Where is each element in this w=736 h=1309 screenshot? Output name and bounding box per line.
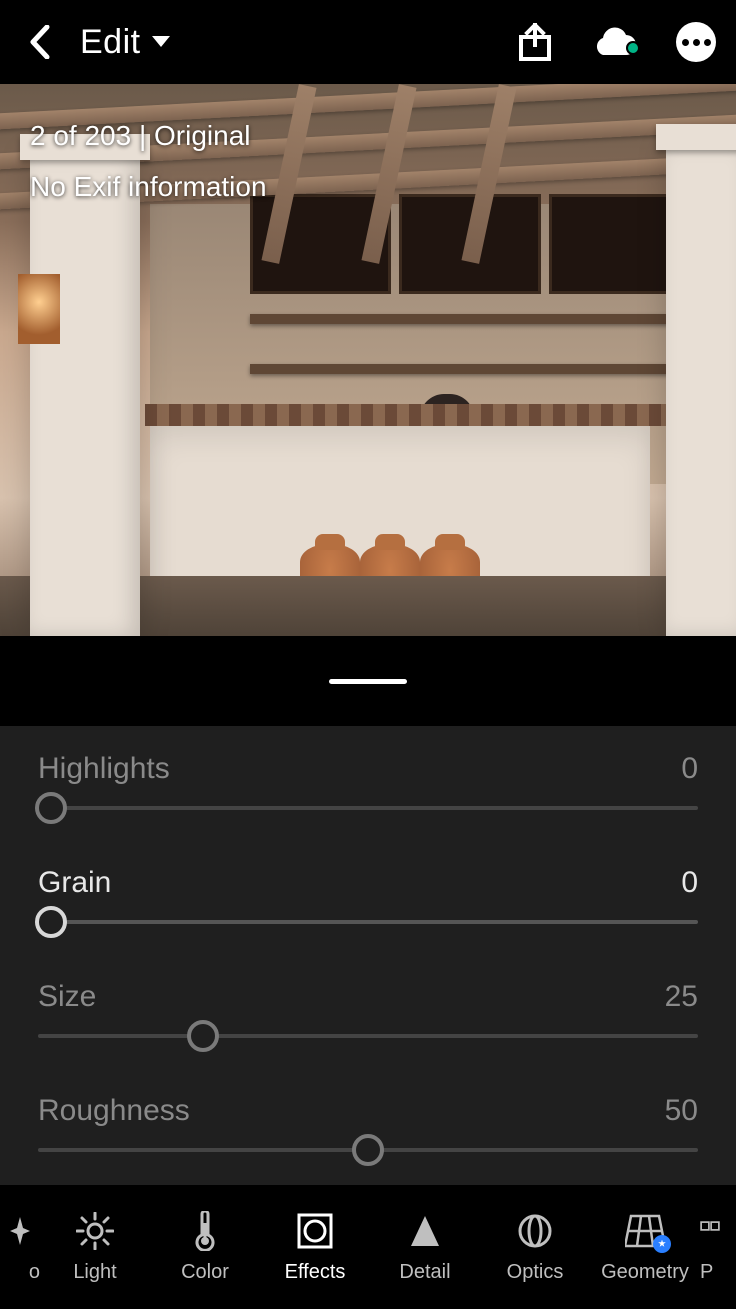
mode-dropdown[interactable]: Edit [80,23,171,62]
tool-label: Geometry [601,1261,689,1284]
photo-decor [666,144,736,636]
slider-track[interactable] [38,1034,698,1038]
grid-perspective-icon [625,1211,665,1251]
slider-grain: Grain 0 [38,866,698,924]
sun-icon [75,1211,115,1251]
image-counter: 2 of 203 | Original [30,114,267,159]
drag-handle-icon [329,679,407,684]
presets-icon [700,1211,720,1251]
top-bar: Edit [0,0,736,84]
photo-decor [30,154,140,636]
chevron-left-icon [29,25,51,59]
slider-label: Size [38,980,96,1014]
tool-strip[interactable]: o Light Color Effects Detail Optics [0,1185,736,1309]
slider-track[interactable] [38,1148,698,1152]
cloud-sync-button[interactable] [592,27,636,57]
share-icon [518,23,552,61]
image-preview[interactable]: 2 of 203 | Original No Exif information [0,84,736,636]
tool-auto[interactable]: o [0,1211,40,1284]
tool-effects[interactable]: Effects [260,1211,370,1284]
tool-presets[interactable]: P [700,1211,730,1284]
tool-label: Detail [399,1261,450,1284]
lens-icon [515,1211,555,1251]
image-exif: No Exif information [30,165,267,210]
topbar-actions [518,22,716,62]
tool-light[interactable]: Light [40,1211,150,1284]
slider-value: 0 [681,866,698,900]
panel-drag-area[interactable] [0,636,736,726]
slider-thumb[interactable] [187,1020,219,1052]
tool-label: Color [181,1261,229,1284]
tool-optics[interactable]: Optics [480,1211,590,1284]
share-button[interactable] [518,23,552,61]
more-button[interactable] [676,22,716,62]
slider-track[interactable] [38,806,698,810]
tool-label: P [700,1261,713,1284]
sparkle-icon [0,1211,40,1251]
slider-thumb[interactable] [35,906,67,938]
tool-label: Light [73,1261,116,1284]
triangle-icon [405,1211,445,1251]
sync-status-dot [626,41,640,55]
slider-value: 25 [665,980,698,1014]
tool-label: Optics [507,1261,564,1284]
tool-geometry[interactable]: Geometry [590,1211,700,1284]
slider-size: Size 25 [38,980,698,1038]
caret-down-icon [151,35,171,49]
slider-label: Grain [38,866,111,900]
mode-title: Edit [80,23,141,62]
slider-value: 0 [681,752,698,786]
tool-detail[interactable]: Detail [370,1211,480,1284]
slider-label: Highlights [38,752,170,786]
slider-highlights: Highlights 0 [38,752,698,810]
thermometer-icon [185,1211,225,1251]
dot-icon [704,39,711,46]
photo-decor [250,364,680,374]
slider-thumb[interactable] [352,1134,384,1166]
slider-roughness: Roughness 50 [38,1094,698,1152]
slider-track[interactable] [38,920,698,924]
effects-panel: Highlights 0 Grain 0 Size 25 Roughness 5… [0,726,736,1185]
vignette-icon [295,1211,335,1251]
back-button[interactable] [20,22,60,62]
dot-icon [693,39,700,46]
tool-label: Effects [285,1261,346,1284]
photo-decor [18,274,60,344]
photo-decor [250,314,680,324]
slider-thumb[interactable] [35,792,67,824]
tool-color[interactable]: Color [150,1211,260,1284]
slider-label: Roughness [38,1094,190,1128]
image-meta: 2 of 203 | Original No Exif information [30,114,267,210]
dot-icon [682,39,689,46]
tool-label: o [29,1261,40,1284]
star-badge-icon [653,1235,671,1253]
slider-value: 50 [665,1094,698,1128]
